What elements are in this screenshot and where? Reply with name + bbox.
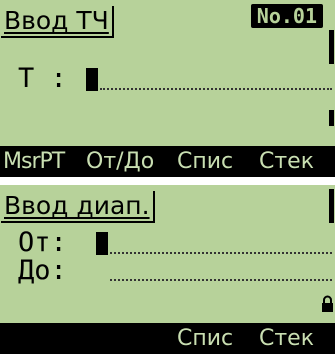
screen-title: Ввод ТЧ [1, 6, 114, 38]
to-input[interactable] [110, 279, 332, 281]
softkey-stack[interactable]: Стек [259, 323, 314, 354]
to-label: До: [18, 255, 67, 286]
point-number-badge: No.01 [250, 4, 323, 28]
softkey-bar: Спис Стек [0, 323, 335, 354]
scroll-indicator-lower [329, 110, 334, 126]
softkey-bar: MsrPT От/До Спис Стек [0, 146, 335, 177]
softkey-msrpt[interactable]: MsrPT [3, 146, 65, 177]
lock-icon [322, 295, 333, 312]
screen-title: Ввод диап. [1, 191, 155, 223]
point-input[interactable] [100, 88, 332, 90]
point-field-label: Т : [18, 63, 67, 94]
from-input[interactable] [110, 252, 332, 254]
softkey-from-to[interactable]: От/До [86, 146, 154, 177]
softkey-stack[interactable]: Стек [259, 146, 314, 177]
input-cursor[interactable] [96, 232, 108, 255]
input-cursor[interactable] [86, 68, 98, 91]
point-input-screen: Ввод ТЧ No.01 Т : MsrPT От/До Спис Стек [0, 0, 335, 177]
softkey-list[interactable]: Спис [177, 323, 233, 354]
softkey-list[interactable]: Спис [177, 146, 233, 177]
scroll-indicator [329, 30, 334, 64]
scroll-indicator [329, 189, 334, 223]
range-input-screen: Ввод диап. От: До: Спис Стек [0, 185, 335, 354]
